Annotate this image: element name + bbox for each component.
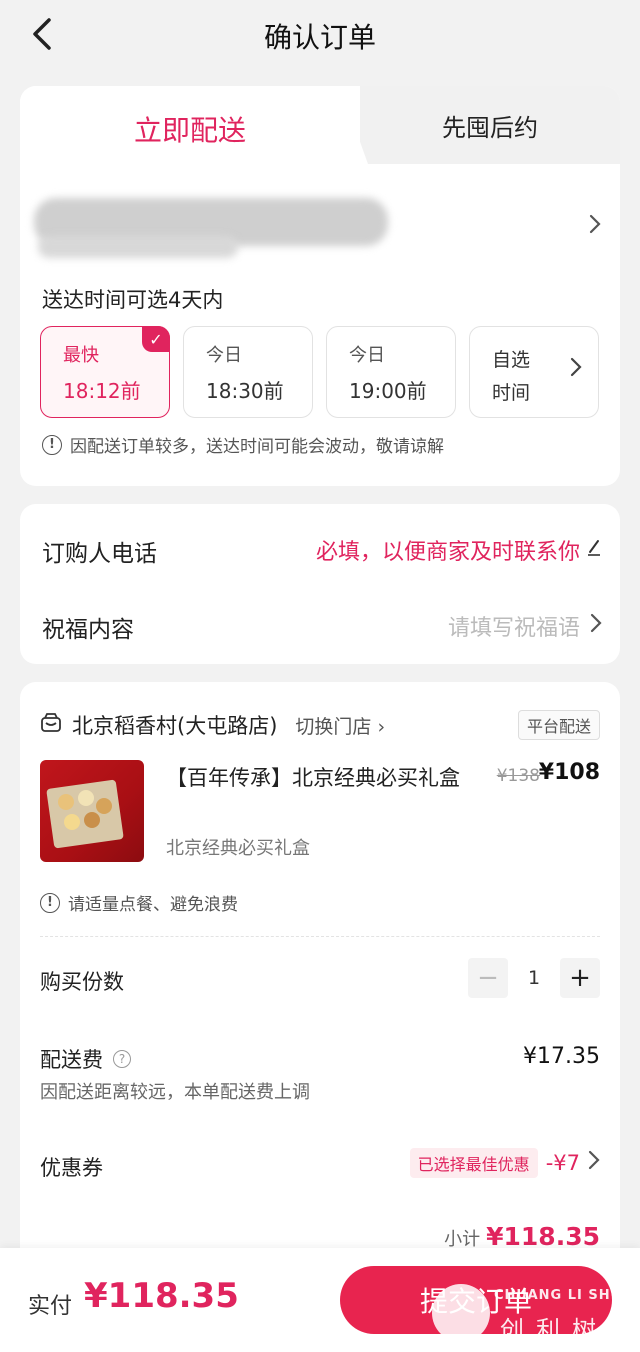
slot-label: 自选 — [492, 349, 531, 371]
coupon-label: 优惠券 — [40, 1156, 103, 1180]
watermark-text-cn: 创利树 — [500, 1316, 608, 1344]
time-slot-1830[interactable]: 今日 18:30前 — [183, 326, 313, 418]
blessing-label: 祝福内容 — [42, 617, 134, 643]
time-slot-fastest[interactable]: 最快 18:12前 ✓ — [40, 326, 170, 418]
top-bar: 确认订单 — [0, 0, 640, 72]
store-name: 北京稻香村(大屯路店) — [72, 714, 278, 738]
cookie — [84, 812, 100, 828]
coupon-value: -¥7 — [545, 1151, 580, 1175]
watermark-logo: CHUANG LI SHU 创利树 — [432, 1282, 632, 1346]
cookie — [58, 794, 74, 810]
quantity-value[interactable]: 1 — [508, 967, 560, 989]
delivery-fee-label: 配送费 — [40, 1048, 103, 1072]
contact-card: 订购人电话 必填，以便商家及时联系你 祝福内容 请填写祝福语 — [20, 504, 620, 664]
tab-store-first[interactable]: 先囤后约 — [360, 86, 620, 164]
blessing-placeholder: 请填写祝福语 — [447, 616, 580, 641]
order-card: 北京稻香村(大屯路店) 切换门店 › 平台配送 【百年传承】北京经典必买礼盒 北… — [20, 682, 620, 1302]
subtotal-value: ¥118.35 — [486, 1222, 600, 1251]
original-price: ¥138 — [496, 766, 540, 786]
increment-button[interactable]: + — [560, 958, 600, 998]
quantity-label: 购买份数 — [40, 970, 124, 994]
store-icon — [40, 712, 62, 738]
cookie — [96, 798, 112, 814]
slot-label-2: 时间 — [492, 382, 531, 404]
subtotal: 小计 ¥118.35 — [444, 1222, 600, 1251]
cookie — [64, 814, 80, 830]
product-subtitle: 北京经典必买礼盒 — [166, 838, 310, 859]
address-chevron-right-icon[interactable] — [588, 212, 602, 242]
delivery-card: 立即配送 先囤后约 送达时间可选4天内 最快 18:12前 ✓ 今日 18:30… — [20, 86, 620, 486]
time-slot-custom[interactable]: 自选 时间 — [469, 326, 599, 418]
delivery-hint: 送达时间可选4天内 — [42, 288, 224, 312]
chevron-right-icon — [590, 613, 602, 639]
divider — [40, 936, 600, 937]
tab-deliver-now[interactable]: 立即配送 — [20, 86, 360, 172]
delivery-badge: 平台配送 — [517, 710, 600, 740]
slot-time: 19:00前 — [349, 379, 427, 403]
watermark-text-latin: CHUANG LI SHU — [494, 1288, 623, 1303]
delivery-fee-note: 因配送距离较远，本单配送费上调 — [40, 1082, 310, 1103]
edit-pencil-icon — [586, 537, 602, 563]
delivery-fee-value: ¥17.35 — [523, 1044, 600, 1069]
blessing-input[interactable]: 请填写祝福语 — [448, 610, 602, 642]
delivery-warning: ! 因配送订单较多，送达时间可能会波动，敬请谅解 — [42, 432, 444, 457]
pay-label: 实付 — [28, 1294, 73, 1319]
tip-text: 请适量点餐、避免浪费 — [68, 895, 238, 915]
coupon-tag: 已选择最佳优惠 — [409, 1148, 538, 1178]
page-title: 确认订单 — [263, 21, 376, 54]
time-slot-1900[interactable]: 今日 19:00前 — [326, 326, 456, 418]
check-icon: ✓ — [142, 326, 170, 352]
pay-amount: ¥118.35 — [84, 1276, 239, 1316]
phone-input[interactable]: 必填，以便商家及时联系你 — [316, 534, 602, 566]
bottom-bar: 实付 ¥118.35 提交订单 CHUANG LI SHU 创利树 — [0, 1248, 640, 1352]
exclamation-circle-icon: ! — [42, 434, 62, 455]
phone-placeholder: 必填，以便商家及时联系你 — [315, 540, 580, 565]
slot-label: 今日 — [349, 345, 385, 366]
address-detail-blurred — [38, 236, 238, 258]
phone-label: 订购人电话 — [42, 541, 157, 567]
delivery-fee-row: 配送费 ? — [40, 1044, 131, 1074]
current-price: ¥108 — [538, 760, 600, 785]
quantity-stepper: − 1 + — [468, 958, 600, 998]
store-row: 北京稻香村(大屯路店) 切换门店 › — [40, 710, 385, 740]
product-image — [40, 760, 144, 862]
decrement-button[interactable]: − — [468, 958, 508, 998]
cookie — [78, 790, 94, 806]
switch-store-label: 切换门店 — [295, 715, 372, 738]
switch-store-link[interactable]: 切换门店 › — [295, 712, 385, 739]
exclamation-circle-icon: ! — [40, 892, 60, 913]
question-circle-icon[interactable]: ? — [113, 1050, 131, 1068]
chevron-right-icon — [588, 1150, 600, 1176]
warning-text: 因配送订单较多，送达时间可能会波动，敬请谅解 — [70, 437, 444, 457]
product-title[interactable]: 【百年传承】北京经典必买礼盒 — [166, 762, 486, 794]
slot-time: 18:30前 — [206, 379, 284, 403]
slot-label: 今日 — [206, 345, 242, 366]
coupon-selector[interactable]: 已选择最佳优惠 -¥7 — [409, 1148, 600, 1178]
waste-tip: ! 请适量点餐、避免浪费 — [40, 890, 238, 915]
watermark-circle — [432, 1284, 490, 1342]
slot-time: 18:12前 — [63, 379, 141, 403]
chevron-right-icon — [570, 357, 582, 383]
